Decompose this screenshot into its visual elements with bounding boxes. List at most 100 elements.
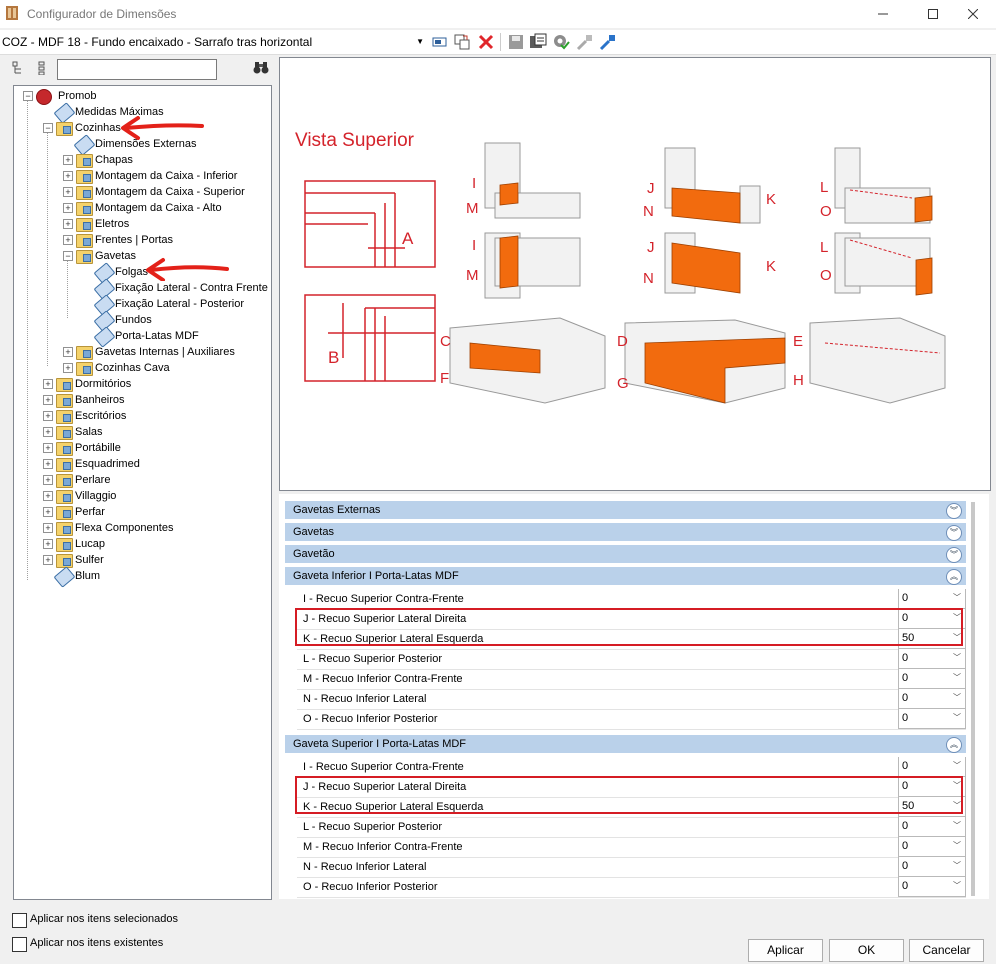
export-icon[interactable]: [599, 33, 617, 51]
expand-toggle[interactable]: +: [43, 523, 53, 533]
tree-search-input[interactable]: [57, 59, 217, 80]
expand-toggle[interactable]: +: [63, 235, 73, 245]
toolbar: COZ - MDF 18 - Fundo encaixado - Sarrafo…: [0, 30, 996, 55]
tree-node-villaggio[interactable]: + Villaggio: [43, 488, 263, 504]
section-gaveta-inferior[interactable]: Gaveta Inferior I Porta-Latas MDF ︽: [285, 567, 966, 585]
profile-select[interactable]: COZ - MDF 18 - Fundo encaixado - Sarrafo…: [2, 32, 426, 52]
section-gavetao[interactable]: Gavetão ︾: [285, 545, 966, 563]
rename-icon[interactable]: [431, 33, 449, 51]
section-gavetas-externas[interactable]: Gavetas Externas ︾: [285, 501, 966, 519]
minimize-button[interactable]: [860, 0, 906, 28]
import-icon[interactable]: [576, 33, 594, 51]
close-button[interactable]: [950, 0, 996, 28]
tree-node-banheiros[interactable]: + Banheiros: [43, 392, 263, 408]
tree-node-perlare[interactable]: + Perlare: [43, 472, 263, 488]
tree-node-flexa[interactable]: + Flexa Componentes: [43, 520, 263, 536]
expand-section-icon[interactable]: ︾: [946, 525, 962, 541]
tree-node-perfar[interactable]: + Perfar: [43, 504, 263, 520]
expand-toggle[interactable]: +: [43, 475, 53, 485]
expand-all-icon[interactable]: [12, 61, 26, 75]
tree-node-dormitorios[interactable]: + Dormitórios: [43, 376, 263, 392]
tree-node-gavetas-internas[interactable]: + Gavetas Internas | Auxiliares: [63, 344, 263, 360]
diagram-letter: F: [440, 370, 449, 387]
section-gaveta-superior[interactable]: Gaveta Superior I Porta-Latas MDF ︽: [285, 735, 966, 753]
save-icon[interactable]: [507, 33, 525, 51]
vertical-scrollbar[interactable]: [971, 502, 975, 896]
settings-check-icon[interactable]: [552, 33, 570, 51]
binoculars-icon[interactable]: [253, 61, 269, 75]
property-select[interactable]: 0 ﹀: [898, 649, 966, 669]
delete-icon[interactable]: [477, 33, 495, 51]
expand-toggle[interactable]: +: [63, 187, 73, 197]
tree-node-montagem-superior[interactable]: + Montagem da Caixa - Superior: [63, 184, 263, 200]
apply-button[interactable]: Aplicar: [748, 939, 823, 962]
expand-toggle[interactable]: +: [63, 363, 73, 373]
tree-node-escritorios[interactable]: + Escritórios: [43, 408, 263, 424]
tree-node-label: Frentes | Portas: [95, 234, 174, 246]
expand-toggle[interactable]: +: [43, 411, 53, 421]
expand-toggle[interactable]: +: [43, 459, 53, 469]
property-select[interactable]: 0 ﹀: [898, 689, 966, 709]
expand-toggle[interactable]: +: [43, 555, 53, 565]
section-gavetas[interactable]: Gavetas ︾: [285, 523, 966, 541]
tree-node-portabille[interactable]: + Portábille: [43, 440, 263, 456]
property-select[interactable]: 0 ﹀: [898, 877, 966, 897]
tree-node-esquadrimed[interactable]: + Esquadrimed: [43, 456, 263, 472]
folder-icon: [76, 169, 93, 184]
folder-icon: [56, 425, 73, 440]
expand-toggle[interactable]: +: [43, 443, 53, 453]
tree-node-blum[interactable]: Blum: [43, 566, 263, 588]
expand-toggle[interactable]: +: [63, 171, 73, 181]
collapse-toggle[interactable]: −: [23, 91, 33, 101]
tree-node-promob[interactable]: − Promob: [23, 88, 263, 105]
collapse-toggle[interactable]: −: [43, 123, 53, 133]
collapse-section-icon[interactable]: ︽: [946, 569, 962, 585]
diagram-letter: M: [466, 267, 479, 284]
save-as-icon[interactable]: [529, 33, 547, 51]
expand-toggle[interactable]: +: [43, 427, 53, 437]
copy-icon[interactable]: [453, 33, 471, 51]
apply-existing-checkbox[interactable]: [12, 937, 27, 952]
collapse-section-icon[interactable]: ︽: [946, 737, 962, 753]
expand-toggle[interactable]: +: [43, 395, 53, 405]
tree-node-chapas[interactable]: + Chapas: [63, 152, 263, 168]
property-select[interactable]: 0 ﹀: [898, 669, 966, 689]
expand-toggle[interactable]: +: [63, 155, 73, 165]
tree-node-fixacao-posterior[interactable]: Fixação Lateral - Posterior: [83, 294, 263, 316]
tree-node-lucap[interactable]: + Lucap: [43, 536, 263, 552]
expand-toggle[interactable]: +: [63, 203, 73, 213]
expand-toggle[interactable]: +: [43, 507, 53, 517]
property-select[interactable]: 0 ﹀: [898, 709, 966, 729]
expand-toggle[interactable]: +: [63, 219, 73, 229]
collapse-all-icon[interactable]: [36, 61, 48, 75]
tree-node-cozinhas-cava[interactable]: + Cozinhas Cava: [63, 360, 263, 376]
tree-node-salas[interactable]: + Salas: [43, 424, 263, 440]
apply-selected-checkbox[interactable]: [12, 913, 27, 928]
property-label: I - Recuo Superior Contra-Frente: [303, 593, 464, 605]
property-select[interactable]: 0 ﹀: [898, 837, 966, 857]
tree-node-montagem-alto[interactable]: + Montagem da Caixa - Alto: [63, 200, 263, 216]
cancel-button[interactable]: Cancelar: [909, 939, 984, 962]
folder-icon: [56, 473, 73, 488]
tree-node-fixacao-contra-frente[interactable]: Fixação Lateral - Contra Frente: [83, 278, 268, 300]
tree-node-eletros[interactable]: + Eletros: [63, 216, 263, 232]
property-select[interactable]: 0 ﹀: [898, 857, 966, 877]
expand-toggle[interactable]: +: [63, 347, 73, 357]
expand-toggle[interactable]: +: [43, 491, 53, 501]
property-select[interactable]: 0 ﹀: [898, 757, 966, 777]
expand-section-icon[interactable]: ︾: [946, 503, 962, 519]
tree-node-porta-latas[interactable]: Porta-Latas MDF: [83, 326, 263, 348]
property-select[interactable]: 0 ﹀: [898, 589, 966, 609]
ok-button[interactable]: OK: [829, 939, 904, 962]
expand-section-icon[interactable]: ︾: [946, 547, 962, 563]
expand-toggle[interactable]: +: [43, 379, 53, 389]
tree-node-fundos[interactable]: Fundos: [83, 310, 263, 332]
tree-node-montagem-inferior[interactable]: + Montagem da Caixa - Inferior: [63, 168, 263, 184]
tree-node-frentes[interactable]: + Frentes | Portas: [63, 232, 263, 248]
tree-node-sulfer[interactable]: + Sulfer: [43, 552, 263, 568]
property-select[interactable]: 0 ﹀: [898, 817, 966, 837]
expand-toggle[interactable]: +: [43, 539, 53, 549]
collapse-toggle[interactable]: −: [63, 251, 73, 261]
property-row-m: M - Recuo Inferior Contra-Frente 0 ﹀: [297, 669, 966, 690]
tag-icon: [93, 326, 116, 348]
